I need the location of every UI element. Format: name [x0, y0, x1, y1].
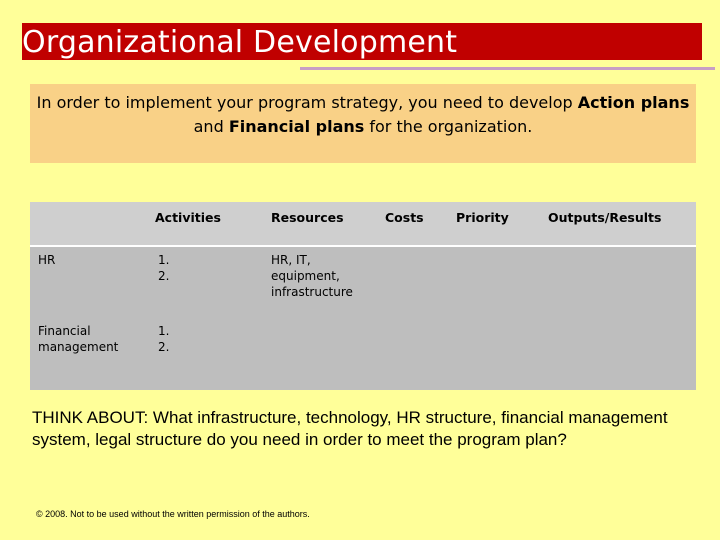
think-about-text: THINK ABOUT: What infrastructure, techno…: [32, 408, 668, 449]
table-cell-line: equipment,: [271, 269, 340, 283]
intro-text-2: and: [193, 117, 229, 136]
header-priority: Priority: [456, 210, 509, 225]
table-cell-line: 1.: [158, 253, 170, 267]
intro-box: In order to implement your program strat…: [30, 84, 696, 163]
table-body: HR 1. 2. HR, IT, equipment, infrastructu…: [30, 247, 696, 390]
table-cell-line: 2.: [158, 269, 170, 283]
header-outputs-results: Outputs/Results: [548, 210, 662, 225]
table-row-financial-activities: 1. 2.: [158, 323, 169, 355]
copyright-notice: © 2008. Not to be used without the writt…: [36, 509, 310, 519]
intro-text-1: In order to implement your program strat…: [36, 93, 578, 112]
title-underline: [300, 67, 715, 70]
intro-text-3: for the organization.: [364, 117, 533, 136]
header-activities: Activities: [155, 210, 221, 225]
table-cell-line: management: [38, 340, 119, 354]
table-cell-line: HR, IT,: [271, 253, 311, 267]
table-row-hr-activities: 1. 2.: [158, 252, 169, 284]
table-cell-line: 1.: [158, 324, 170, 338]
table-row-financial-area: Financial management: [38, 323, 118, 355]
slide-title: Organizational Development: [22, 25, 458, 60]
table-cell-line: 2.: [158, 340, 170, 354]
intro-bold-action-plans: Action plans: [577, 93, 690, 112]
header-costs: Costs: [385, 210, 424, 225]
table-cell-line: Financial: [38, 324, 91, 338]
intro-bold-financial-plans: Financial plans: [228, 117, 365, 136]
table-cell-line: infrastructure: [271, 285, 353, 299]
action-plan-table: Activities Resources Costs Priority Outp…: [30, 202, 696, 390]
table-header-row: Activities Resources Costs Priority Outp…: [30, 202, 696, 245]
table-row-hr-resources: HR, IT, equipment, infrastructure: [271, 252, 353, 300]
header-resources: Resources: [271, 210, 344, 225]
table-row-hr-area: HR: [38, 253, 56, 267]
